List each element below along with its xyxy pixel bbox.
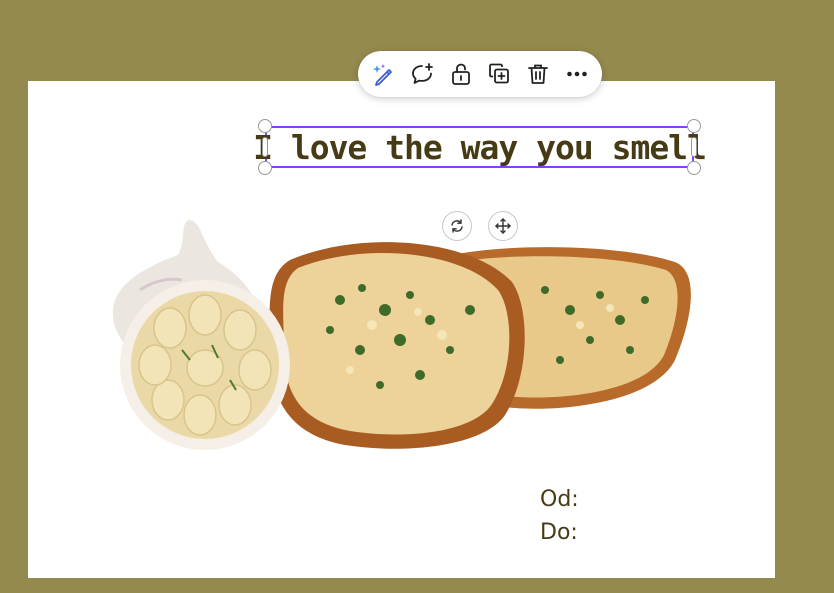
delete-icon [528, 64, 548, 84]
magic-edit-icon [373, 64, 393, 86]
unlock-button[interactable] [444, 57, 478, 91]
add-comment-icon [412, 63, 433, 84]
rotate-icon [451, 219, 463, 233]
element-toolbar [358, 51, 602, 97]
rotate-button[interactable] [442, 211, 472, 241]
duplicate-button[interactable] [482, 57, 516, 91]
delete-button[interactable] [521, 57, 555, 91]
duplicate-icon [489, 63, 510, 84]
headline-text[interactable]: I love the way you smell [253, 131, 707, 164]
more-options-button[interactable] [560, 57, 594, 91]
unlock-icon [451, 63, 470, 85]
from-label[interactable]: Od: [540, 487, 579, 512]
to-label[interactable]: Do: [540, 520, 578, 545]
magic-edit-button[interactable] [366, 57, 400, 91]
selected-text-box[interactable]: I love the way you smell [253, 126, 707, 168]
move-icon [495, 218, 511, 234]
add-comment-button[interactable] [405, 57, 439, 91]
resize-handle-left[interactable] [262, 137, 268, 157]
garlic-bread-photo[interactable] [100, 200, 700, 470]
more-options-icon [566, 71, 587, 77]
move-button[interactable] [488, 211, 518, 241]
resize-handle-bottom-left[interactable] [258, 161, 272, 175]
resize-handle-top-right[interactable] [687, 119, 701, 133]
resize-handle-bottom-right[interactable] [687, 161, 701, 175]
resize-handle-right[interactable] [691, 137, 697, 157]
resize-handle-top-left[interactable] [258, 119, 272, 133]
